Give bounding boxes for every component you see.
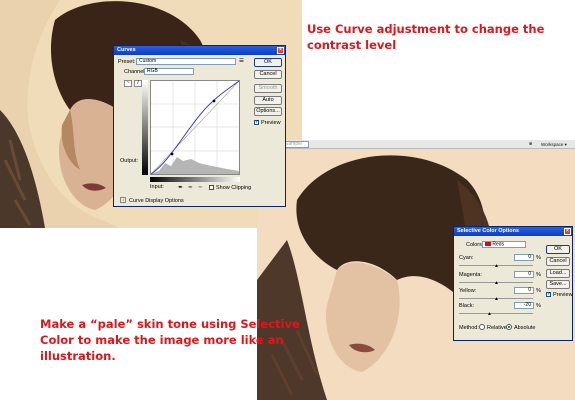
- relative-label: Relative: [487, 325, 507, 331]
- cyan-field[interactable]: 0: [514, 254, 534, 261]
- save-button[interactable]: Save...: [546, 280, 570, 289]
- preview-label: Preview: [553, 292, 573, 298]
- caption-curves: Use Curve adjustment to change the contr…: [307, 22, 545, 52]
- preset-label: Preset:: [118, 59, 136, 65]
- yellow-slider-thumb[interactable]: ▲: [494, 296, 499, 302]
- absolute-radio[interactable]: [506, 324, 512, 330]
- selective-color-title-bar: Selective Color Options ×: [454, 227, 572, 236]
- white-eyedropper-icon[interactable]: ✒: [198, 184, 203, 191]
- preview-label: Preview: [261, 120, 281, 126]
- photoshop-options-bar: Im: Front Sample ■ Workspace ▾: [257, 140, 575, 149]
- output-label: Output:: [120, 158, 139, 164]
- workspace-menu[interactable]: Workspace ▾: [541, 142, 567, 148]
- preset-select[interactable]: Custom: [136, 58, 236, 65]
- curve-tool-icon[interactable]: ~: [124, 80, 132, 87]
- yellow-field[interactable]: 0: [514, 287, 534, 294]
- magenta-label: Magenta:: [459, 272, 482, 278]
- curves-dialog: Curves × Preset: Custom ☰ Channel: RGB ~…: [113, 45, 286, 207]
- black-field[interactable]: -20: [514, 302, 534, 309]
- pencil-icon[interactable]: /: [134, 80, 142, 87]
- options-button[interactable]: Options...: [254, 107, 282, 116]
- cyan-label: Cyan:: [459, 255, 474, 261]
- black-slider-thumb[interactable]: ▲: [487, 311, 492, 317]
- colors-label: Colors:: [466, 242, 484, 248]
- yellow-unit: %: [536, 288, 541, 294]
- output-gradient-bar: [142, 80, 148, 175]
- selective-color-dialog: Selective Color Options × Colors: Reds C…: [453, 226, 573, 341]
- reds-swatch: [485, 242, 491, 246]
- cancel-button[interactable]: Cancel: [546, 257, 570, 266]
- preset-menu-icon[interactable]: ☰: [239, 58, 244, 64]
- selective-color-title: Selective Color Options: [457, 228, 520, 234]
- caption-selective-color: Make a “pale” skin tone using Selective …: [40, 317, 300, 363]
- camera-icon[interactable]: ■: [529, 140, 532, 149]
- black-unit: %: [536, 303, 541, 309]
- cyan-slider-thumb[interactable]: ▲: [494, 263, 499, 269]
- preview-checkbox[interactable]: ✓: [546, 292, 551, 297]
- smooth-button[interactable]: Smooth: [254, 84, 282, 93]
- expand-icon[interactable]: ↓: [120, 197, 126, 203]
- black-eyedropper-icon[interactable]: ✒: [178, 184, 183, 191]
- curve-display-options[interactable]: Curve Display Options: [129, 198, 184, 204]
- auto-button[interactable]: Auto: [254, 96, 282, 105]
- show-clipping-label: Show Clipping: [216, 185, 252, 191]
- close-icon[interactable]: ×: [277, 47, 284, 54]
- magenta-slider-thumb[interactable]: ▲: [494, 280, 499, 286]
- method-label: Method:: [459, 325, 479, 331]
- channel-select[interactable]: RGB: [144, 68, 194, 75]
- black-label: Black:: [459, 303, 474, 309]
- curves-title: Curves: [117, 47, 136, 53]
- yellow-label: Yellow:: [459, 288, 477, 294]
- channel-label: Channel:: [124, 69, 147, 75]
- magenta-unit: %: [536, 272, 541, 278]
- ok-button[interactable]: OK: [254, 58, 282, 67]
- input-gradient-bar: [150, 177, 240, 182]
- magenta-field[interactable]: 0: [514, 271, 534, 278]
- curves-title-bar: Curves ×: [114, 46, 285, 55]
- gray-eyedropper-icon[interactable]: ✒: [188, 184, 193, 191]
- relative-radio[interactable]: [479, 324, 485, 330]
- absolute-label: Absolute: [514, 325, 536, 331]
- close-icon[interactable]: ×: [564, 228, 571, 235]
- cancel-button[interactable]: Cancel: [254, 70, 282, 79]
- load-button[interactable]: Load...: [546, 269, 570, 278]
- colors-select[interactable]: Reds: [482, 241, 526, 248]
- ok-button[interactable]: OK: [546, 245, 570, 254]
- input-label: Input:: [150, 184, 164, 190]
- colors-select-value: Reds: [492, 241, 505, 248]
- show-clipping-checkbox[interactable]: [209, 185, 214, 190]
- black-slider[interactable]: [459, 313, 533, 314]
- cyan-unit: %: [536, 255, 541, 261]
- preview-checkbox[interactable]: ✓: [254, 120, 259, 125]
- curve-graph[interactable]: [150, 80, 240, 175]
